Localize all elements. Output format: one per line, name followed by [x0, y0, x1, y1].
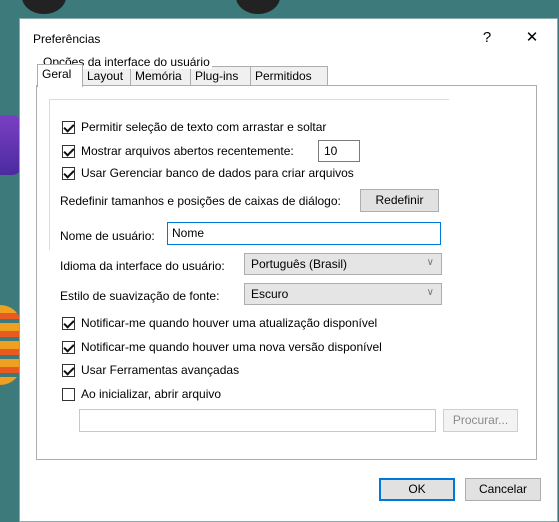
- ui-language-value: Português (Brasil): [251, 257, 348, 271]
- show-recent-files-option[interactable]: Mostrar arquivos abertos recentemente:: [62, 142, 294, 160]
- chevron-down-icon: ∨: [426, 257, 434, 268]
- browse-button[interactable]: Procurar...: [443, 409, 518, 432]
- open-on-start-label: Ao inicializar, abrir arquivo: [81, 387, 222, 401]
- background-shape: [22, 0, 66, 14]
- user-name-label: Nome de usuário:: [60, 229, 155, 243]
- title-bar: Preferências ? ✕: [20, 19, 557, 57]
- use-database-manager-checkbox[interactable]: [62, 166, 75, 180]
- background-logo-fragment: [0, 305, 22, 385]
- show-recent-files-label: Mostrar arquivos abertos recentemente:: [81, 144, 294, 158]
- background-shape: [236, 0, 280, 14]
- notify-version-label: Notificar-me quando houver uma nova vers…: [81, 340, 382, 354]
- use-database-manager-label: Usar Gerenciar banco de dados para criar…: [81, 166, 354, 180]
- tab-permitidos[interactable]: Permitidos: [250, 66, 328, 85]
- use-database-manager-option[interactable]: Usar Gerenciar banco de dados para criar…: [62, 164, 354, 182]
- advanced-tools-checkbox[interactable]: [62, 363, 75, 377]
- show-recent-files-checkbox[interactable]: [62, 144, 75, 158]
- font-smoothing-label: Estilo de suavização de fonte:: [60, 289, 220, 303]
- tab-geral[interactable]: Geral: [37, 64, 83, 87]
- chevron-down-icon: ∨: [426, 287, 434, 298]
- notify-update-checkbox[interactable]: [62, 316, 75, 330]
- help-button[interactable]: ?: [475, 28, 499, 48]
- dialog-title: Preferências: [33, 32, 101, 46]
- notify-version-option[interactable]: Notificar-me quando houver uma nova vers…: [62, 338, 382, 356]
- advanced-tools-label: Usar Ferramentas avançadas: [81, 363, 240, 377]
- open-on-start-checkbox[interactable]: [62, 387, 75, 401]
- ui-language-select[interactable]: Português (Brasil) ∨: [244, 253, 442, 275]
- open-on-start-file-input[interactable]: [79, 409, 436, 432]
- allow-text-selection-checkbox[interactable]: [62, 120, 75, 134]
- preferences-dialog: Preferências ? ✕ Geral Layout Memória Pl…: [20, 19, 557, 521]
- user-name-input[interactable]: Nome: [167, 222, 441, 245]
- font-smoothing-value: Escuro: [251, 287, 289, 301]
- open-on-start-option[interactable]: Ao inicializar, abrir arquivo: [62, 385, 221, 403]
- allow-text-selection-label: Permitir seleção de texto com arrastar e…: [81, 120, 327, 134]
- recent-files-count-input[interactable]: 10: [318, 140, 360, 162]
- allow-text-selection-option[interactable]: Permitir seleção de texto com arrastar e…: [62, 118, 326, 136]
- notify-update-label: Notificar-me quando houver uma atualizaç…: [81, 316, 378, 330]
- font-smoothing-select[interactable]: Escuro ∨: [244, 283, 442, 305]
- notify-update-option[interactable]: Notificar-me quando houver uma atualizaç…: [62, 314, 377, 332]
- background-logo-fragment: [0, 115, 22, 175]
- ui-language-label: Idioma da interface do usuário:: [60, 259, 225, 273]
- advanced-tools-option[interactable]: Usar Ferramentas avançadas: [62, 361, 239, 379]
- cancel-button[interactable]: Cancelar: [465, 478, 541, 501]
- reset-dialogs-button[interactable]: Redefinir: [360, 189, 439, 212]
- close-button[interactable]: ✕: [520, 28, 544, 48]
- notify-version-checkbox[interactable]: [62, 340, 75, 354]
- reset-dialogs-label: Redefinir tamanhos e posições de caixas …: [60, 194, 341, 208]
- ok-button[interactable]: OK: [379, 478, 455, 501]
